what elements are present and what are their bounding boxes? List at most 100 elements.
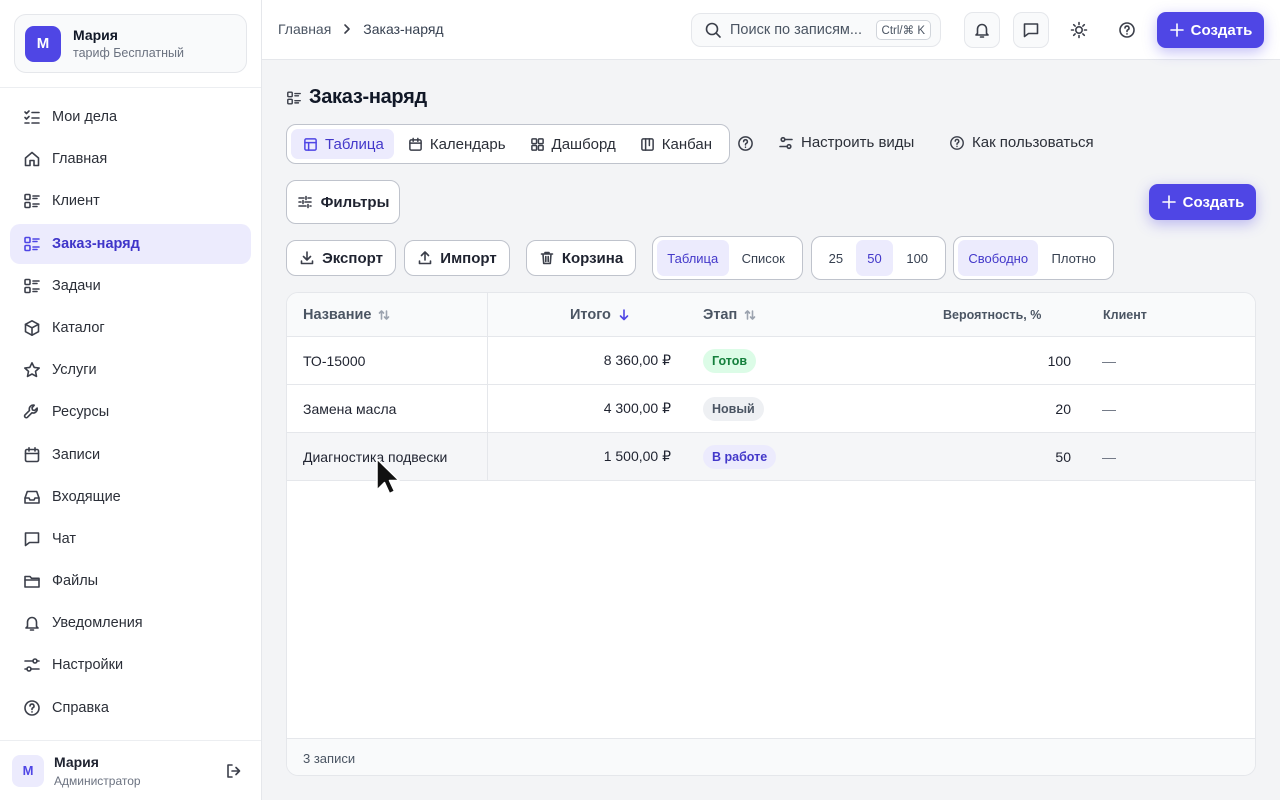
list-icon [286, 90, 302, 106]
how-to-use-button[interactable]: Как пользоваться [949, 134, 1094, 151]
logout-icon[interactable] [225, 762, 243, 780]
folder-icon [23, 572, 52, 590]
sidebar-item-label: Уведомления [52, 615, 143, 632]
view-switcher: Таблица Календарь Дашборд Канбан [286, 124, 730, 164]
page-size-50[interactable]: 50 [855, 240, 894, 276]
tab-dashboard[interactable]: Дашборд [518, 129, 626, 159]
page-size-100[interactable]: 100 [893, 240, 941, 276]
filters-button[interactable]: Фильтры [286, 180, 400, 224]
sun-icon [1070, 21, 1088, 39]
search-placeholder: Поиск по записям... [730, 22, 862, 38]
trash-button[interactable]: Корзина [526, 240, 636, 276]
column-divider [487, 293, 488, 481]
sidebar-item-resources[interactable]: Ресурсы [10, 392, 251, 432]
search-shortcut: Ctrl/⌘ K [875, 20, 931, 40]
create-label: Создать [1182, 193, 1245, 211]
create-label: Создать [1190, 21, 1253, 39]
configure-views-button[interactable]: Настроить виды [778, 134, 914, 151]
table-row[interactable]: Замена масла 4 300,00 ₽ Новый 20 — [287, 385, 1255, 433]
table-footer: 3 записи [287, 738, 1255, 775]
column-header-client[interactable]: Клиент [1103, 293, 1147, 337]
calendar-icon [23, 446, 52, 464]
search-icon [704, 21, 722, 39]
sidebar-item-notifications[interactable]: Уведомления [10, 603, 251, 643]
sidebar-item-label: Ресурсы [52, 404, 110, 421]
sidebar-item-label: Заказ-наряд [52, 235, 140, 252]
sidebar-item-records[interactable]: Записи [10, 435, 251, 475]
sidebar-item-label: Справка [52, 699, 109, 716]
density-compact[interactable]: Плотно [1038, 240, 1109, 276]
sidebar-item-label: Чат [52, 530, 77, 547]
tab-calendar[interactable]: Календарь [396, 129, 516, 159]
cell-probability: 50 [1055, 448, 1071, 465]
breadcrumb: Главная Заказ-наряд [278, 21, 444, 37]
layout-table-option[interactable]: Таблица [657, 240, 729, 276]
page-title: Заказ-наряд [286, 86, 427, 109]
sidebar-item-tasks[interactable]: Задачи [10, 266, 251, 306]
cell-probability: 20 [1055, 400, 1071, 417]
trash-label: Корзина [561, 249, 624, 267]
sidebar-item-help[interactable]: Справка [10, 688, 251, 728]
search-input[interactable]: Поиск по записям... Ctrl/⌘ K [691, 13, 941, 47]
status-badge: В работе [703, 444, 777, 469]
import-label: Импорт [440, 249, 497, 267]
chevron-right-icon [331, 23, 363, 35]
top-bar: Главная Заказ-наряд Поиск по записям... … [262, 0, 1280, 60]
create-button[interactable]: Создать [1149, 184, 1256, 220]
sort-icon [371, 308, 391, 322]
workspace-switcher[interactable]: M Мария тариф Бесплатный [14, 14, 247, 73]
tab-label: Канбан [661, 135, 713, 153]
column-header-total[interactable]: Итого [570, 293, 631, 337]
sidebar-item-label: Задачи [52, 277, 101, 294]
chat-icon [23, 530, 52, 548]
sliders-icon [778, 135, 801, 151]
column-header-probability[interactable]: Вероятность, % [943, 293, 1041, 337]
table-row[interactable]: ТО-15000 8 360,00 ₽ Готов 100 — [287, 337, 1255, 385]
sidebar-item-catalog[interactable]: Каталог [10, 308, 251, 348]
dashboard-icon [530, 137, 552, 152]
column-header-name[interactable]: Название [303, 293, 391, 337]
layout-list-option[interactable]: Список [729, 240, 799, 276]
user-role: Администратор [54, 773, 141, 788]
tab-label: Таблица [325, 135, 384, 153]
plus-icon [1169, 22, 1191, 38]
sidebar-item-files[interactable]: Файлы [10, 561, 251, 601]
list-icon [23, 277, 52, 295]
create-button-header[interactable]: Создать [1157, 12, 1264, 48]
sidebar-item-services[interactable]: Услуги [10, 350, 251, 390]
help-button[interactable] [1109, 12, 1145, 48]
page-size-25[interactable]: 25 [816, 240, 856, 276]
filter-sliders-icon [297, 194, 321, 210]
sidebar-item-work-order[interactable]: Заказ-наряд [10, 223, 251, 264]
sidebar-item-label: Каталог [52, 319, 105, 336]
theme-toggle-button[interactable] [1061, 12, 1097, 48]
messages-button[interactable] [1013, 12, 1049, 48]
sidebar-item-label: Услуги [52, 362, 97, 379]
sidebar-item-client[interactable]: Клиент [10, 181, 251, 221]
sidebar-divider [0, 87, 261, 88]
avatar[interactable]: M [12, 754, 44, 787]
export-button[interactable]: Экспорт [286, 240, 396, 276]
sidebar-item-home[interactable]: Главная [10, 139, 251, 179]
sidebar-item-my-tasks[interactable]: Мои дела [10, 97, 251, 137]
sidebar-nav: Мои дела Главная Клиент Заказ-наряд Зада… [10, 97, 251, 730]
cell-name: Замена масла [303, 400, 397, 417]
cell-client: — [1102, 448, 1116, 465]
tab-kanban[interactable]: Канбан [628, 129, 722, 159]
column-header-stage[interactable]: Этап [703, 293, 757, 337]
tab-table[interactable]: Таблица [291, 129, 394, 159]
sidebar-item-inbox[interactable]: Входящие [10, 477, 251, 517]
table-row[interactable]: Диагностика подвески 1 500,00 ₽ В работе… [287, 433, 1255, 481]
user-panel: M Мария Администратор [0, 740, 261, 800]
sidebar-item-label: Клиент [52, 193, 100, 210]
sidebar-item-label: Настройки [52, 657, 124, 674]
breadcrumb-home[interactable]: Главная [278, 21, 331, 37]
notifications-button[interactable] [964, 12, 1000, 48]
sidebar-item-chat[interactable]: Чат [10, 519, 251, 559]
sidebar-item-settings[interactable]: Настройки [10, 645, 251, 685]
sidebar-item-label: Главная [52, 151, 108, 168]
density-loose[interactable]: Свободно [958, 240, 1039, 276]
help-icon [1118, 21, 1136, 39]
views-help-icon[interactable] [737, 135, 754, 152]
import-button[interactable]: Импорт [404, 240, 510, 276]
